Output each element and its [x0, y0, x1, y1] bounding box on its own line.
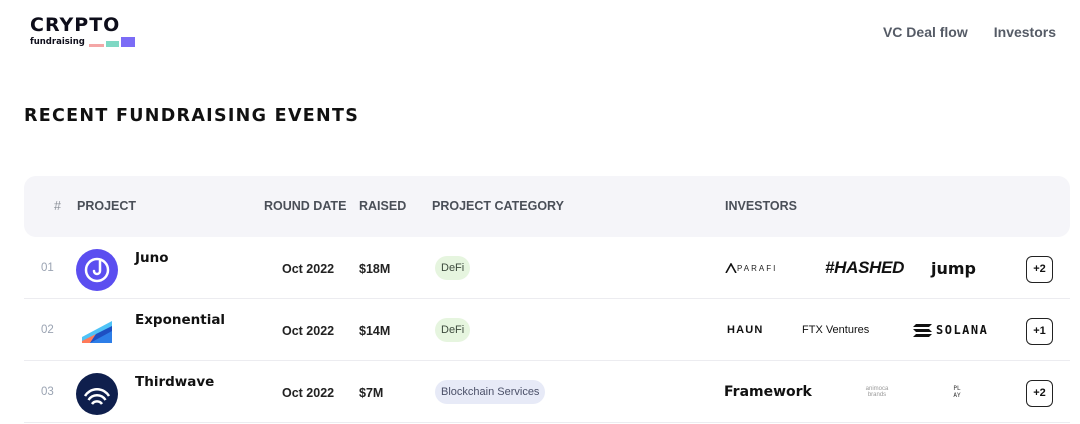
row-index: 02 [41, 324, 54, 336]
category-badge: DeFi [435, 256, 471, 280]
table-row[interactable]: 01 Juno Oct 2022 $18M DeFi PARAFI #HASHE… [24, 237, 1070, 299]
top-nav: VC Deal flow Investors [883, 24, 1056, 40]
brand-title: CRYPTO [30, 14, 121, 36]
brand-bars-icon [89, 37, 137, 47]
header-category[interactable]: PROJECT CATEGORY [432, 199, 564, 213]
header-investors[interactable]: INVESTORS [725, 199, 797, 213]
raised-amount: $14M [359, 324, 391, 338]
nav-vc-deal-flow[interactable]: VC Deal flow [883, 24, 968, 40]
investor-logo-parafi[interactable]: PARAFI [725, 237, 777, 299]
investor-logo-framework[interactable]: Framework [724, 361, 812, 423]
project-name[interactable]: Exponential [135, 312, 225, 328]
investor-logo-solana[interactable]: SOLANA [913, 299, 988, 361]
row-index: 01 [41, 262, 54, 274]
solana-icon [913, 323, 932, 337]
header-project[interactable]: PROJECT [77, 199, 136, 213]
table-row[interactable]: 02 Exponential Oct 2022 $14M DeFi HAUN F… [24, 299, 1070, 361]
more-investors-button[interactable]: +2 [1026, 256, 1053, 283]
investor-logo-haun[interactable]: HAUN [727, 299, 764, 361]
juno-logo-icon [76, 249, 118, 291]
project-name[interactable]: Juno [135, 250, 169, 266]
investor-logo-jump[interactable]: jump [931, 237, 976, 299]
investor-name: HAUN [727, 324, 764, 336]
investor-logo-ftx[interactable]: FTX Ventures [802, 299, 869, 361]
investor-name: #HASHED [825, 258, 905, 277]
investor-name: SOLANA [936, 323, 989, 337]
raised-amount: $18M [359, 262, 391, 276]
header-raised[interactable]: RAISED [359, 199, 406, 213]
investor-logo-animoca[interactable]: animoca brands [862, 361, 892, 423]
investor-name: Framework [724, 384, 812, 400]
more-investors-button[interactable]: +1 [1026, 318, 1053, 345]
round-date: Oct 2022 [282, 386, 335, 400]
section-title: RECENT FUNDRAISING EVENTS [24, 106, 360, 126]
investor-name: PL AY [953, 385, 961, 399]
thirdwave-logo-icon [76, 373, 118, 415]
brand-logo[interactable]: CRYPTO fundraising [30, 14, 150, 48]
category-badge: Blockchain Services [435, 380, 546, 404]
category-badge: DeFi [435, 318, 471, 342]
row-index: 03 [41, 386, 54, 398]
investor-logo-hashed[interactable]: #HASHED [825, 237, 904, 299]
header-index: # [54, 199, 61, 213]
round-date: Oct 2022 [282, 262, 335, 276]
table-row[interactable]: 03 Thirdwave Oct 2022 $7M Blockchain Ser… [24, 361, 1070, 423]
brand-subtitle: fundraising [30, 37, 85, 47]
parafi-icon [725, 263, 737, 273]
table-header: # PROJECT ROUND DATE RAISED PROJECT CATE… [24, 176, 1070, 237]
investor-name: jump [931, 258, 976, 278]
header-round-date[interactable]: ROUND DATE [264, 199, 346, 213]
exponential-logo-icon [82, 321, 112, 343]
investor-logo-play[interactable]: PL AY [951, 361, 963, 423]
more-investors-button[interactable]: +2 [1026, 380, 1053, 407]
raised-amount: $7M [359, 386, 384, 400]
fundraising-table: # PROJECT ROUND DATE RAISED PROJECT CATE… [24, 176, 1070, 423]
investor-name: FTX Ventures [802, 324, 870, 336]
nav-investors[interactable]: Investors [994, 24, 1056, 40]
investor-name: animoca brands [865, 386, 889, 398]
round-date: Oct 2022 [282, 324, 335, 338]
investor-name: PARAFI [737, 263, 778, 273]
project-name[interactable]: Thirdwave [135, 374, 214, 390]
